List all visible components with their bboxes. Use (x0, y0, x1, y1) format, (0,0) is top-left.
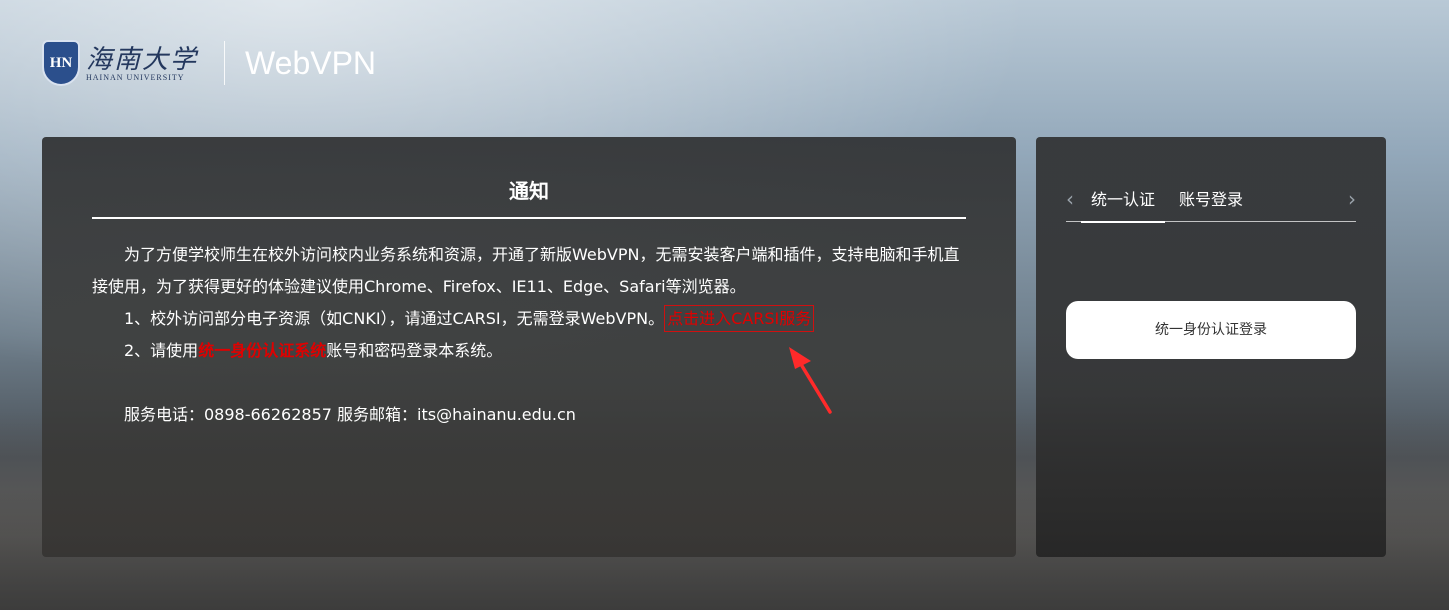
carsi-service-link[interactable]: 点击进入CARSI服务 (664, 305, 815, 332)
chevron-right-icon[interactable]: › (1348, 189, 1356, 209)
unified-auth-system-link[interactable]: 统一身份认证系统 (198, 341, 326, 360)
notice-title-divider (92, 217, 966, 219)
login-tabs: ‹ 统一认证 账号登录 › (1066, 181, 1356, 223)
tab-unified-auth[interactable]: 统一认证 (1091, 189, 1155, 211)
notice-panel: 通知 为了方便学校师生在校外访问校内业务系统和资源，开通了新版WebVPN，无需… (42, 137, 1016, 557)
site-header: HN 海南大学 HAINAN UNIVERSITY WebVPN (42, 38, 376, 88)
active-tab-indicator (1081, 221, 1165, 223)
header-divider (224, 41, 226, 85)
notice-item-login-prefix: 2、请使用 (124, 341, 199, 360)
logo-english-name: HAINAN UNIVERSITY (86, 72, 185, 82)
pointer-arrow-icon (789, 347, 832, 414)
chevron-left-icon[interactable]: ‹ (1066, 189, 1074, 209)
notice-item-login-suffix: 账号和密码登录本系统。 (326, 341, 503, 360)
unified-auth-login-button[interactable]: 统一身份认证登录 (1066, 301, 1356, 359)
emblem-letters: HN (49, 54, 73, 71)
university-logo: 海南大学 HAINAN UNIVERSITY (86, 45, 198, 82)
notice-item-carsi: 1、校外访问部分电子资源（如CNKI），请通过CARSI，无需登录WebVPN。… (92, 303, 966, 335)
university-emblem-icon: HN (42, 40, 80, 86)
app-title: WebVPN (245, 45, 377, 81)
notice-item-carsi-text: 1、校外访问部分电子资源（如CNKI），请通过CARSI，无需登录WebVPN。 (124, 309, 665, 328)
notice-title: 通知 (509, 179, 549, 203)
logo-chinese-name: 海南大学 (86, 44, 199, 75)
login-panel: ‹ 统一认证 账号登录 › 统一身份认证登录 (1036, 137, 1386, 557)
notice-paragraph: 为了方便学校师生在校外访问校内业务系统和资源，开通了新版WebVPN，无需安装客… (92, 245, 960, 296)
tab-account-login[interactable]: 账号登录 (1179, 189, 1243, 211)
